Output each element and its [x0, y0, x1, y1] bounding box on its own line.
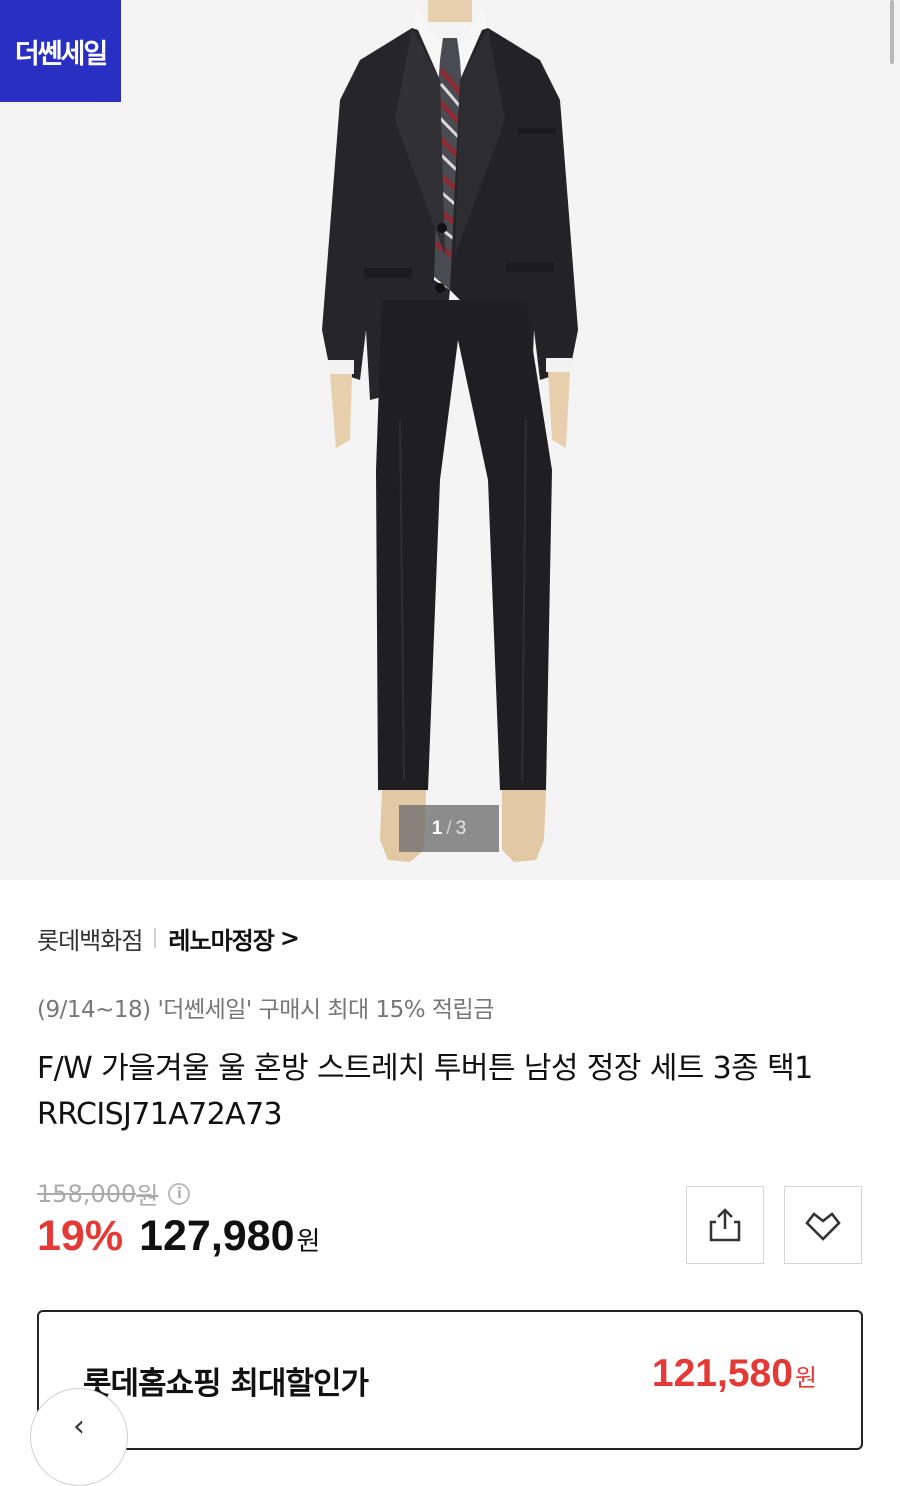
info-icon[interactable]: i [168, 1182, 191, 1205]
back-icon: ‹ [73, 1409, 85, 1444]
chevron-right-icon[interactable]: > [280, 924, 300, 952]
store-name[interactable]: 롯데백화점 [37, 921, 143, 956]
scrollbar[interactable] [890, 0, 894, 64]
best-price-value: 121,580 [651, 1352, 793, 1395]
heart-icon [805, 1212, 841, 1241]
best-price-unit: 원 [794, 1364, 817, 1392]
best-price-label: 롯데홈쇼핑 최대할인가 [83, 1366, 369, 1402]
image-pager: 1 / 3 [399, 805, 499, 852]
pager-separator: / [446, 817, 452, 839]
wishlist-button[interactable] [784, 1186, 862, 1264]
sale-price: 19% 127,980 원 [37, 1212, 320, 1261]
brand-link[interactable]: 레노마정장 [168, 921, 274, 956]
seller-divider [154, 928, 157, 948]
best-price-box[interactable]: 롯데홈쇼핑 최대할인가 121,580 원 [37, 1310, 863, 1450]
original-price: 158,000 원 i [37, 1176, 191, 1211]
pager-current: 1 [431, 817, 443, 839]
pager-total: 3 [455, 817, 467, 839]
product-title: F/W 가을겨울 울 혼방 스트레치 투버튼 남성 정장 세트 3종 택1 RR… [37, 1051, 813, 1132]
sale-price-value: 127,980 [139, 1212, 295, 1260]
discount-percent: 19% [37, 1212, 124, 1260]
best-price: 121,580 원 [652, 1352, 817, 1396]
suit-product-photo [322, 0, 578, 862]
sale-price-unit: 원 [296, 1227, 321, 1257]
back-button[interactable]: ‹ [30, 1388, 128, 1486]
share-icon [709, 1208, 741, 1242]
sale-event-badge: 더쎈세일 [0, 0, 121, 102]
promo-text: (9/14~18) '더쎈세일' 구매시 최대 15% 적립금 [37, 997, 494, 1023]
original-price-value: 158,000 [37, 1179, 137, 1208]
seller-row: 롯데백화점 레노마정장 > [37, 918, 300, 958]
original-price-unit: 원 [136, 1182, 159, 1210]
share-button[interactable] [686, 1186, 764, 1264]
sale-event-badge-text: 더쎈세일 [14, 38, 108, 70]
product-image-carousel[interactable]: 더쎈세일 1 / 3 [0, 0, 900, 880]
